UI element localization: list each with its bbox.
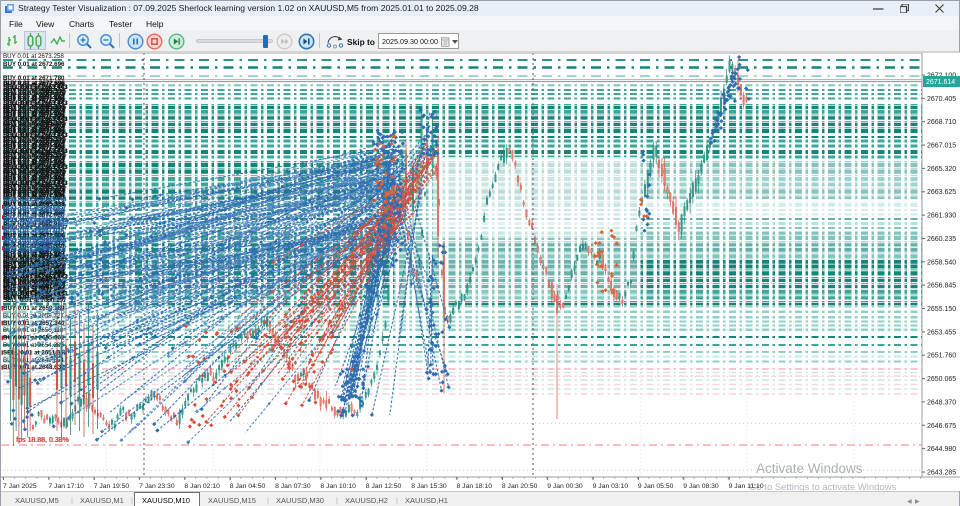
svg-text:9 Jan 11:10: 9 Jan 11:10 [729, 483, 764, 490]
svg-text:8 Jan 12:50: 8 Jan 12:50 [366, 483, 402, 490]
svg-text:Activate Windows: Activate Windows [756, 461, 863, 476]
svg-text:9 Jan 03:10: 9 Jan 03:10 [593, 483, 629, 490]
svg-text:2670.405: 2670.405 [927, 96, 956, 103]
svg-text:BUY 0.01 at 2649.854: BUY 0.01 at 2649.854 [3, 357, 64, 364]
svg-text:8 Jan 15:30: 8 Jan 15:30 [411, 483, 447, 490]
svg-text:8 Jan 10:10: 8 Jan 10:10 [320, 483, 356, 490]
svg-text:2671.614: 2671.614 [926, 79, 955, 86]
svg-text:7 Jan 17:10: 7 Jan 17:10 [48, 483, 84, 490]
svg-text:2646.675: 2646.675 [927, 423, 956, 430]
svg-text:7 Jan 19:50: 7 Jan 19:50 [94, 483, 130, 490]
svg-text:8 Jan 07:30: 8 Jan 07:30 [275, 483, 311, 490]
svg-text:9 Jan 08:30: 9 Jan 08:30 [683, 483, 719, 490]
svg-text:8 Jan 18:10: 8 Jan 18:10 [457, 483, 493, 490]
svg-text:8 Jan 02:10: 8 Jan 02:10 [184, 483, 220, 490]
svg-text:2667.015: 2667.015 [927, 143, 956, 150]
svg-text:2651.760: 2651.760 [927, 353, 956, 360]
svg-text:2643.285: 2643.285 [927, 470, 956, 477]
svg-text:2668.710: 2668.710 [927, 119, 956, 126]
svg-text:2663.625: 2663.625 [927, 189, 956, 196]
svg-text:2653.455: 2653.455 [927, 329, 956, 336]
svg-text:BUY 0.01 at 2654.288: BUY 0.01 at 2654.288 [3, 342, 64, 349]
svg-text:2655.150: 2655.150 [927, 306, 956, 313]
svg-text:8 Jan 04:50: 8 Jan 04:50 [230, 483, 266, 490]
svg-text:2658.540: 2658.540 [927, 259, 956, 266]
svg-text:8 Jan 20:50: 8 Jan 20:50 [502, 483, 538, 490]
svg-text:2665.320: 2665.320 [927, 166, 956, 173]
svg-text:9 Jan 00:30: 9 Jan 00:30 [547, 483, 583, 490]
svg-text:2644.980: 2644.980 [927, 446, 956, 453]
svg-text:fps 18.88, 0.38%: fps 18.88, 0.38% [17, 437, 70, 444]
svg-text:2648.370: 2648.370 [927, 399, 956, 406]
svg-text:BUY 0.01 at 2648.632: BUY 0.01 at 2648.632 [3, 364, 65, 371]
svg-text:7 Jan 23:30: 7 Jan 23:30 [139, 483, 175, 490]
svg-text:7 Jan 2025: 7 Jan 2025 [3, 483, 37, 490]
svg-text:BUY 0.01 at 2672.696: BUY 0.01 at 2672.696 [3, 61, 65, 68]
svg-text:2660.235: 2660.235 [927, 236, 956, 243]
svg-text:2656.845: 2656.845 [927, 283, 956, 290]
svg-text:BUY 0.01 at 2673.258: BUY 0.01 at 2673.258 [3, 53, 64, 60]
svg-text:2650.065: 2650.065 [927, 376, 956, 383]
svg-text:2661.930: 2661.930 [927, 213, 956, 220]
svg-text:9 Jan 05:50: 9 Jan 05:50 [638, 483, 674, 490]
